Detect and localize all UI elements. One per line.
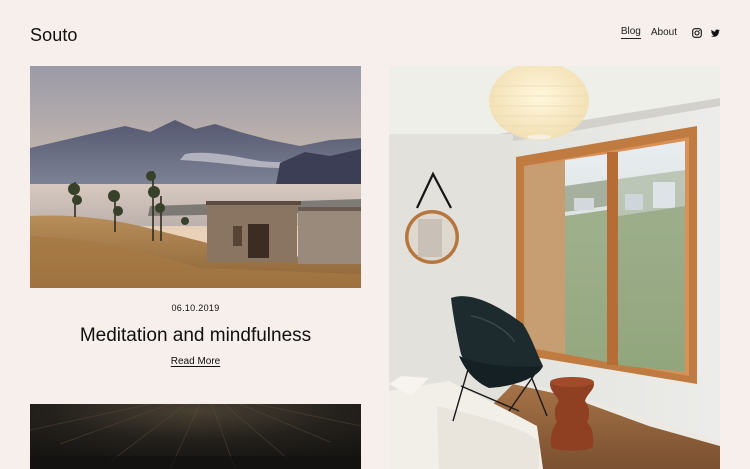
featured-post-image[interactable] (30, 66, 361, 288)
site-logo[interactable]: Souto (30, 25, 78, 46)
post-date: 06.10.2019 (171, 303, 220, 313)
post-image-dark[interactable] (30, 404, 361, 469)
twitter-icon[interactable] (710, 28, 720, 38)
nav-blog[interactable]: Blog (620, 26, 641, 39)
post-title[interactable]: Meditation and mindfulness (30, 323, 361, 349)
post-image-room[interactable] (389, 66, 720, 469)
social-links (692, 27, 720, 38)
site-header: Souto Blog About (30, 22, 720, 46)
read-more-link[interactable]: Read More (30, 356, 361, 367)
nav-about[interactable]: About (651, 27, 677, 38)
main-nav: Blog About (620, 26, 720, 39)
instagram-icon[interactable] (692, 27, 702, 38)
